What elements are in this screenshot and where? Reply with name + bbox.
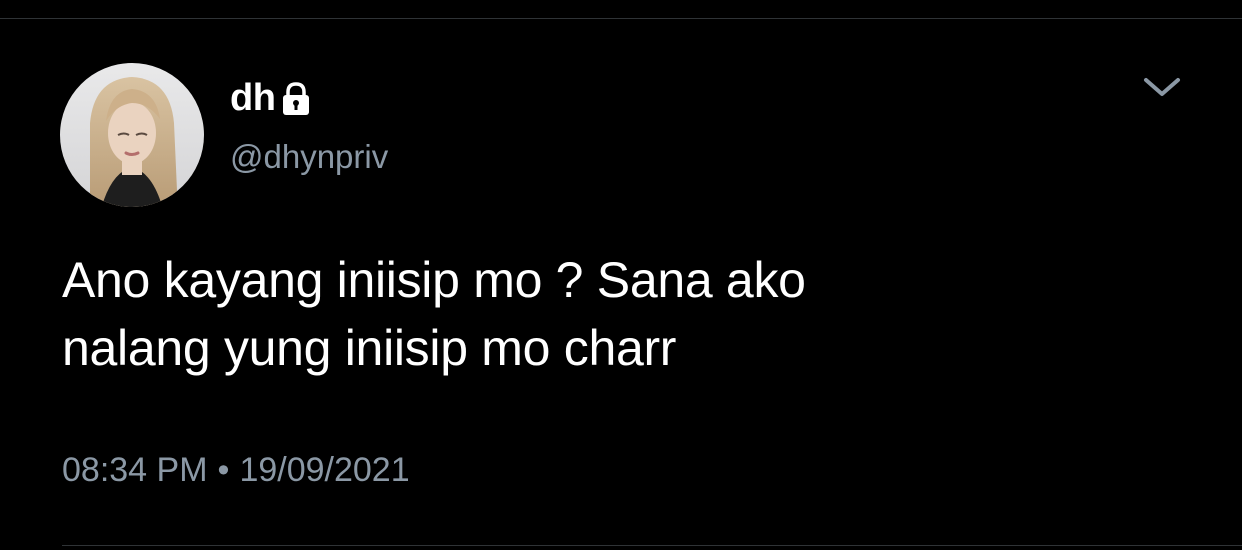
tweet-text-line: Ano kayang iniisip mo ? Sana ako [62, 252, 806, 308]
chevron-down-icon [1144, 78, 1180, 96]
tweet-text-line: nalang yung iniisip mo charr [62, 320, 677, 376]
avatar[interactable] [60, 63, 204, 207]
tweet-date[interactable]: 19/09/2021 [239, 451, 409, 489]
avatar-image [60, 63, 204, 207]
lock-icon [279, 81, 313, 117]
separator-dot: • [217, 451, 230, 489]
author-info: dh [230, 76, 313, 120]
tweet-text: Ano kayang iniisip mo ? Sana ako nalang … [62, 246, 1192, 382]
tweet-time[interactable]: 08:34 PM [62, 451, 208, 489]
display-name[interactable]: dh [230, 76, 276, 120]
tweet-metadata: 08:34 PM • 19/09/2021 [62, 448, 410, 492]
user-handle[interactable]: @dhynpriv [230, 137, 388, 177]
bottom-divider [62, 545, 1242, 546]
top-divider [0, 18, 1242, 19]
more-options-button[interactable] [1138, 70, 1186, 106]
